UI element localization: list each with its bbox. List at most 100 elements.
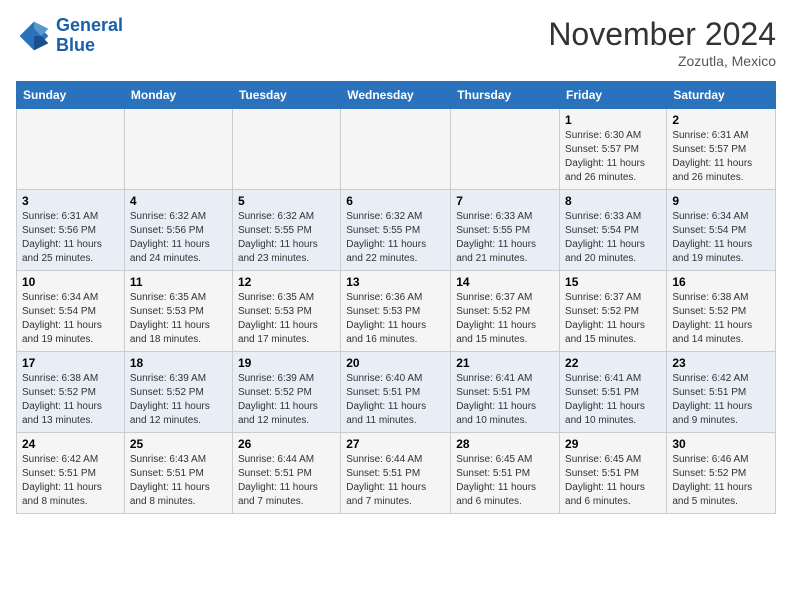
day-cell: 3Sunrise: 6:31 AMSunset: 5:56 PMDaylight… <box>17 190 125 271</box>
day-info: Sunrise: 6:45 AMSunset: 5:51 PMDaylight:… <box>565 453 661 509</box>
day-cell: 27 Sunrise: 6:44 AMSunset: 5:51 PMDayligh… <box>341 433 451 514</box>
day-info: Sunrise: 6:34 AMSunset: 5:54 PMDaylight:… <box>672 210 770 266</box>
day-number: 25 <box>130 437 227 451</box>
day-info: Sunrise: 6:32 AMSunset: 5:55 PMDaylight:… <box>346 210 445 266</box>
day-info: Sunrise: 6:41 AMSunset: 5:51 PMDaylight:… <box>456 372 554 428</box>
title-block: November 2024 Zozutla, Mexico <box>548 16 776 69</box>
day-number: 17 <box>22 356 119 370</box>
day-info: Sunrise: 6:35 AMSunset: 5:53 PMDaylight:… <box>238 291 335 347</box>
day-info: Sunrise: 6:32 AMSunset: 5:56 PMDaylight:… <box>130 210 227 266</box>
day-cell: 20Sunrise: 6:40 AMSunset: 5:51 PMDayligh… <box>341 352 451 433</box>
week-row-4: 17 Sunrise: 6:38 AMSunset: 5:52 PMDayligh… <box>17 352 776 433</box>
logo-icon <box>16 18 52 54</box>
day-cell: 8 Sunrise: 6:33 AMSunset: 5:54 PMDaylight… <box>560 190 667 271</box>
day-cell: 30 Sunrise: 6:46 AMSunset: 5:52 PMDayligh… <box>667 433 776 514</box>
day-number: 19 <box>238 356 335 370</box>
day-info: Sunrise: 6:35 AMSunset: 5:53 PMDaylight:… <box>130 291 227 347</box>
day-cell: 6Sunrise: 6:32 AMSunset: 5:55 PMDaylight… <box>341 190 451 271</box>
page-header: General Blue November 2024 Zozutla, Mexi… <box>16 16 776 69</box>
day-number: 7 <box>456 194 554 208</box>
day-cell: 16Sunrise: 6:38 AMSunset: 5:52 PMDayligh… <box>667 271 776 352</box>
day-cell: 7 Sunrise: 6:33 AMSunset: 5:55 PMDaylight… <box>451 190 560 271</box>
day-cell: 18 Sunrise: 6:39 AMSunset: 5:52 PMDayligh… <box>124 352 232 433</box>
day-cell: 11 Sunrise: 6:35 AMSunset: 5:53 PMDayligh… <box>124 271 232 352</box>
day-cell: 4 Sunrise: 6:32 AMSunset: 5:56 PMDaylight… <box>124 190 232 271</box>
day-info: Sunrise: 6:46 AMSunset: 5:52 PMDaylight:… <box>672 453 770 509</box>
logo-text: General Blue <box>56 16 123 56</box>
day-number: 15 <box>565 275 661 289</box>
day-number: 13 <box>346 275 445 289</box>
column-header-thursday: Thursday <box>451 82 560 109</box>
week-row-2: 3Sunrise: 6:31 AMSunset: 5:56 PMDaylight… <box>17 190 776 271</box>
day-number: 30 <box>672 437 770 451</box>
day-number: 1 <box>565 113 661 127</box>
header-row: SundayMondayTuesdayWednesdayThursdayFrid… <box>17 82 776 109</box>
day-info: Sunrise: 6:32 AMSunset: 5:55 PMDaylight:… <box>238 210 335 266</box>
day-info: Sunrise: 6:44 AMSunset: 5:51 PMDaylight:… <box>346 453 445 509</box>
day-cell <box>232 109 340 190</box>
day-info: Sunrise: 6:37 AMSunset: 5:52 PMDaylight:… <box>565 291 661 347</box>
day-info: Sunrise: 6:38 AMSunset: 5:52 PMDaylight:… <box>672 291 770 347</box>
day-info: Sunrise: 6:43 AMSunset: 5:51 PMDaylight:… <box>130 453 227 509</box>
day-cell: 23 Sunrise: 6:42 AMSunset: 5:51 PMDayligh… <box>667 352 776 433</box>
day-cell: 13 Sunrise: 6:36 AMSunset: 5:53 PMDayligh… <box>341 271 451 352</box>
day-info: Sunrise: 6:42 AMSunset: 5:51 PMDaylight:… <box>22 453 119 509</box>
day-cell: 5Sunrise: 6:32 AMSunset: 5:55 PMDaylight… <box>232 190 340 271</box>
day-number: 18 <box>130 356 227 370</box>
day-cell: 26 Sunrise: 6:44 AMSunset: 5:51 PMDayligh… <box>232 433 340 514</box>
day-info: Sunrise: 6:36 AMSunset: 5:53 PMDaylight:… <box>346 291 445 347</box>
location: Zozutla, Mexico <box>548 53 776 69</box>
day-number: 23 <box>672 356 770 370</box>
calendar-table: SundayMondayTuesdayWednesdayThursdayFrid… <box>16 81 776 514</box>
day-number: 20 <box>346 356 445 370</box>
day-info: Sunrise: 6:30 AMSunset: 5:57 PMDaylight:… <box>565 129 661 185</box>
column-header-friday: Friday <box>560 82 667 109</box>
column-header-monday: Monday <box>124 82 232 109</box>
day-info: Sunrise: 6:38 AMSunset: 5:52 PMDaylight:… <box>22 372 119 428</box>
day-number: 24 <box>22 437 119 451</box>
day-number: 12 <box>238 275 335 289</box>
day-cell: 15 Sunrise: 6:37 AMSunset: 5:52 PMDayligh… <box>560 271 667 352</box>
day-number: 2 <box>672 113 770 127</box>
day-info: Sunrise: 6:45 AMSunset: 5:51 PMDaylight:… <box>456 453 554 509</box>
day-cell <box>17 109 125 190</box>
month-title: November 2024 <box>548 16 776 53</box>
day-number: 27 <box>346 437 445 451</box>
day-info: Sunrise: 6:42 AMSunset: 5:51 PMDaylight:… <box>672 372 770 428</box>
day-number: 10 <box>22 275 119 289</box>
day-info: Sunrise: 6:31 AMSunset: 5:57 PMDaylight:… <box>672 129 770 185</box>
day-cell: 22 Sunrise: 6:41 AMSunset: 5:51 PMDayligh… <box>560 352 667 433</box>
column-header-saturday: Saturday <box>667 82 776 109</box>
day-cell: 19 Sunrise: 6:39 AMSunset: 5:52 PMDayligh… <box>232 352 340 433</box>
day-number: 11 <box>130 275 227 289</box>
day-number: 29 <box>565 437 661 451</box>
day-info: Sunrise: 6:33 AMSunset: 5:55 PMDaylight:… <box>456 210 554 266</box>
column-header-sunday: Sunday <box>17 82 125 109</box>
day-cell: 9Sunrise: 6:34 AMSunset: 5:54 PMDaylight… <box>667 190 776 271</box>
column-header-tuesday: Tuesday <box>232 82 340 109</box>
day-number: 28 <box>456 437 554 451</box>
day-info: Sunrise: 6:41 AMSunset: 5:51 PMDaylight:… <box>565 372 661 428</box>
logo: General Blue <box>16 16 123 56</box>
day-cell <box>451 109 560 190</box>
day-info: Sunrise: 6:37 AMSunset: 5:52 PMDaylight:… <box>456 291 554 347</box>
day-number: 4 <box>130 194 227 208</box>
column-header-wednesday: Wednesday <box>341 82 451 109</box>
day-info: Sunrise: 6:39 AMSunset: 5:52 PMDaylight:… <box>130 372 227 428</box>
day-cell: 10 Sunrise: 6:34 AMSunset: 5:54 PMDayligh… <box>17 271 125 352</box>
day-number: 8 <box>565 194 661 208</box>
day-info: Sunrise: 6:39 AMSunset: 5:52 PMDaylight:… <box>238 372 335 428</box>
day-info: Sunrise: 6:33 AMSunset: 5:54 PMDaylight:… <box>565 210 661 266</box>
day-number: 14 <box>456 275 554 289</box>
week-row-1: 1 Sunrise: 6:30 AMSunset: 5:57 PMDaylight… <box>17 109 776 190</box>
day-cell: 28 Sunrise: 6:45 AMSunset: 5:51 PMDayligh… <box>451 433 560 514</box>
day-cell: 29 Sunrise: 6:45 AMSunset: 5:51 PMDayligh… <box>560 433 667 514</box>
day-number: 22 <box>565 356 661 370</box>
day-cell: 12 Sunrise: 6:35 AMSunset: 5:53 PMDayligh… <box>232 271 340 352</box>
day-info: Sunrise: 6:34 AMSunset: 5:54 PMDaylight:… <box>22 291 119 347</box>
day-cell: 24 Sunrise: 6:42 AMSunset: 5:51 PMDayligh… <box>17 433 125 514</box>
day-cell: 2 Sunrise: 6:31 AMSunset: 5:57 PMDaylight… <box>667 109 776 190</box>
day-cell: 1 Sunrise: 6:30 AMSunset: 5:57 PMDaylight… <box>560 109 667 190</box>
day-number: 26 <box>238 437 335 451</box>
day-info: Sunrise: 6:44 AMSunset: 5:51 PMDaylight:… <box>238 453 335 509</box>
